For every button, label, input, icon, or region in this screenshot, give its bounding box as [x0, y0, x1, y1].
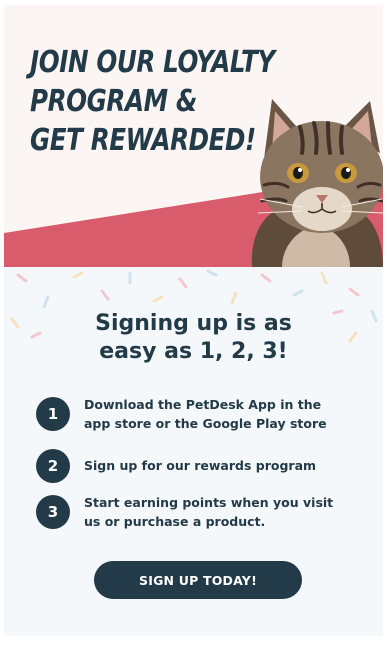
- step-number-badge-1: 1: [36, 397, 70, 431]
- step-text-2: Sign up for our rewards program: [84, 456, 366, 475]
- tabby-cat-image: [251, 99, 383, 267]
- hero-title-line-1: JOIN OUR LOYALTY: [30, 45, 275, 80]
- hero-title-line-2: PROGRAM &: [30, 84, 197, 119]
- step-text-3: Start earning points when you visit us o…: [84, 493, 366, 531]
- step-number-badge-2: 2: [36, 449, 70, 483]
- step-3-line-1: Start earning points when you visit: [84, 495, 334, 510]
- step-text-1: Download the PetDesk App in the app stor…: [84, 395, 366, 433]
- signup-heading: Signing up is as easy as 1, 2, 3!: [4, 310, 383, 366]
- step-number-badge-3: 3: [36, 495, 70, 529]
- signup-heading-line-2: easy as 1, 2, 3!: [99, 339, 288, 364]
- hero-title-line-3: GET REWARDED!: [30, 123, 256, 158]
- step-1-line-1: Download the PetDesk App in the: [84, 397, 322, 412]
- sign-up-today-button[interactable]: SIGN UP TODAY!: [94, 561, 302, 599]
- step-3-line-2: us or purchase a product.: [84, 514, 266, 529]
- hero-banner: JOIN OUR LOYALTY PROGRAM & GET REWARDED!: [4, 5, 383, 267]
- loyalty-flyer: JOIN OUR LOYALTY PROGRAM & GET REWARDED!: [4, 5, 383, 636]
- step-1-line-2: app store or the Google Play store: [84, 416, 327, 431]
- step-2-line-1: Sign up for our rewards program: [84, 458, 317, 473]
- hero-title: JOIN OUR LOYALTY PROGRAM & GET REWARDED!: [30, 43, 275, 160]
- signup-heading-line-1: Signing up is as: [95, 311, 292, 336]
